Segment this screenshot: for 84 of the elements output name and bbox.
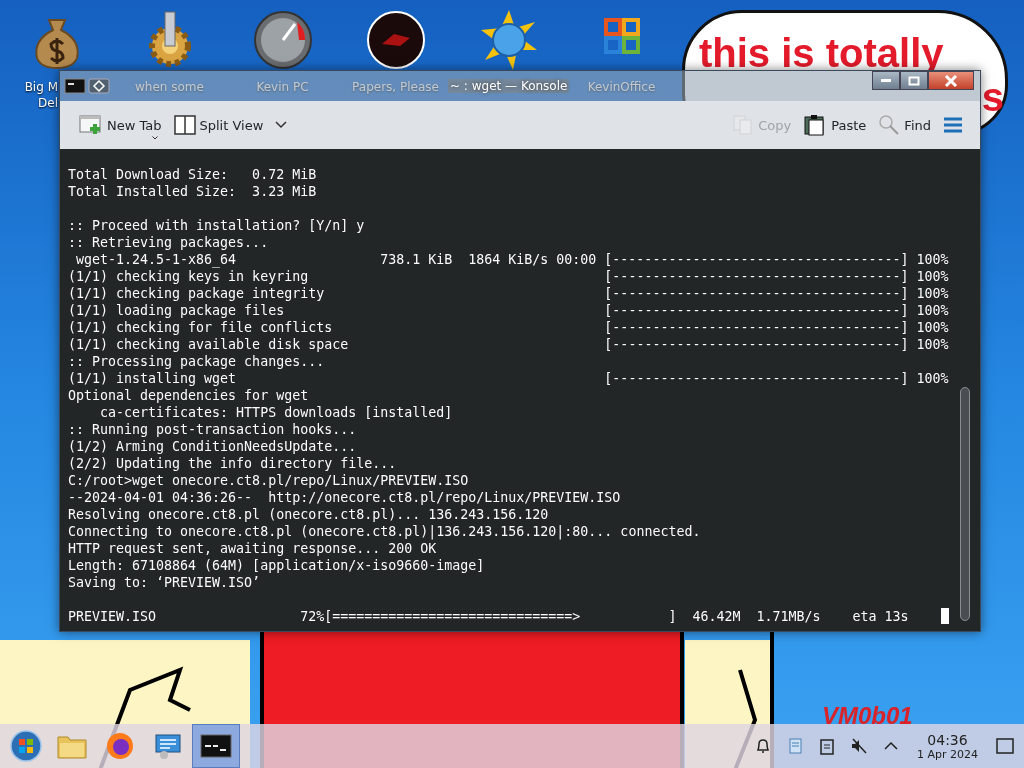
- scrollbar-thumb[interactable]: [960, 387, 970, 621]
- desktop-icon-label[interactable]: Big M: [24, 79, 58, 95]
- clock-time[interactable]: 04:36: [927, 731, 968, 748]
- progress-label: wget-1.24.5-1-x86_64: [75, 252, 237, 267]
- terminal-line: Length: 67108864 (64M) [application/x-iso9660-image]: [68, 557, 485, 574]
- terminal-line: :: Processing package changes...: [68, 353, 325, 370]
- terminal-line: :: Retrieving packages...: [68, 234, 269, 251]
- split-view-button[interactable]: Split View: [170, 111, 291, 139]
- split-view-icon: [173, 115, 196, 135]
- monitor-icon: [153, 732, 183, 760]
- terminal-app-icon[interactable]: [64, 78, 86, 94]
- terminal-line: Resolving onecore.ct8.pl (onecore.ct8.pl)... 136.243.156.120: [68, 506, 549, 523]
- close-icon: [944, 74, 958, 87]
- progress-percent: 100%: [916, 268, 949, 285]
- progress-bar-text: [------------------------------------]: [604, 336, 909, 353]
- close-button[interactable]: [928, 71, 974, 90]
- progress-label: (1/1) checking package integrity: [68, 286, 325, 301]
- transfer-stats: 738.1 KiB 1864 KiB/s 00:00: [380, 252, 597, 267]
- terminal-line: Total Installed Size: 3.23 MiB: [68, 183, 317, 200]
- terminal-line: :: Running post-transaction hooks...: [68, 421, 357, 438]
- progress-bar-text: [------------------------------------]: [604, 302, 909, 319]
- bell-icon[interactable]: [754, 737, 772, 755]
- terminal-line: HTTP request sent, awaiting response... 200 OK: [68, 540, 437, 557]
- paste-button[interactable]: Paste: [800, 110, 870, 140]
- progress-label: (1/1) loading package files: [68, 303, 285, 318]
- clipboard-icon[interactable]: [818, 737, 836, 755]
- maximize-icon: [908, 75, 920, 86]
- window-title: ~ : wget — Konsole: [448, 79, 570, 93]
- new-tab-icon: [79, 114, 103, 136]
- download-percent: 72%: [300, 608, 325, 625]
- terminal-line: :: Proceed with installation? [Y/n] y: [68, 217, 365, 234]
- progress-label: (1/1) installing wget: [68, 371, 237, 386]
- terminal-line: --2024-04-01 04:36:26-- http://onecore.ct8.pl/repo/Linux/PREVIEW.ISO: [68, 489, 621, 506]
- progress-percent: 100%: [916, 319, 949, 336]
- progress-bar-text: [------------------------------------]: [604, 268, 909, 285]
- progress-bar-text: [------------------------------------]: [604, 285, 909, 302]
- windows-orb-icon: [10, 730, 42, 762]
- bubble-text: this is totally: [699, 31, 945, 75]
- terminal-line: Optional dependencies for wget: [68, 387, 309, 404]
- clock-date[interactable]: 1 Apr 2024: [917, 747, 978, 761]
- progress-percent: 100%: [916, 370, 949, 387]
- gauge-icon[interactable]: [252, 10, 313, 70]
- progress-label: (1/1) checking available disk space: [68, 337, 349, 352]
- browser-icon: [106, 732, 134, 760]
- terminal-task-button[interactable]: [192, 724, 240, 768]
- speaker-muted-icon[interactable]: [850, 737, 868, 755]
- bubble-text: s: [981, 75, 1004, 119]
- terminal-line: C:/root>wget onecore.ct8.pl/repo/Linux/PREVIEW.ISO: [68, 472, 469, 489]
- minimize-button[interactable]: [872, 71, 900, 90]
- find-button[interactable]: Find: [875, 110, 934, 140]
- menu-icon: [943, 117, 963, 133]
- progress-label: (1/1) checking keys in keyring: [68, 269, 309, 284]
- text-cursor: [940, 608, 949, 624]
- desktop-icon-label[interactable]: Del: [38, 95, 58, 111]
- download-rate: 1.71MB/s: [756, 608, 821, 625]
- terminal-line: (2/2) Updating the info directory file...: [68, 455, 397, 472]
- progress-percent: 100%: [916, 336, 949, 353]
- terminal-line: (1/2) Arming ConditionNeedsUpdate...: [68, 438, 357, 455]
- maximize-button[interactable]: [900, 71, 928, 90]
- progress-label: (1/1) checking for file conflicts: [68, 320, 333, 335]
- file-name: PREVIEW.ISO: [68, 609, 157, 624]
- progress-bar-text: [------------------------------------]: [604, 319, 909, 336]
- progress-percent: 100%: [916, 251, 949, 268]
- progress-bar-text: [------------------------------------]: [604, 251, 909, 268]
- chevron-down-icon[interactable]: [275, 121, 288, 129]
- show-desktop-icon[interactable]: [996, 738, 1014, 754]
- terminal-line: ca-certificates: HTTPS downloads [installed]: [99, 404, 453, 421]
- progress-bar-text: [------------------------------------]: [604, 370, 909, 387]
- dark-disc-icon[interactable]: [365, 10, 426, 70]
- progress-percent: 100%: [916, 302, 949, 319]
- terminal-line: Saving to: ‘PREVIEW.ISO’: [68, 574, 261, 591]
- progress-bar-text: [==============================> ]: [324, 608, 677, 625]
- search-icon: [878, 114, 901, 136]
- folder-icon: [57, 733, 87, 759]
- terminal-icon: [200, 734, 232, 758]
- progress-percent: 100%: [916, 285, 949, 302]
- download-eta: eta 13s: [852, 608, 909, 625]
- wallpaper-text: VM0b01: [822, 702, 913, 730]
- terminal-line: Connecting to onecore.ct8.pl (onecore.ct8.pl)|136.243.156.120|:80... connected.: [68, 523, 701, 540]
- download-size: 46.42M: [692, 608, 741, 625]
- minimize-icon: [881, 79, 891, 82]
- chevron-down-icon[interactable]: [152, 136, 158, 140]
- new-tab-button[interactable]: New Tab: [76, 110, 165, 140]
- terminal-line: Total Download Size: 0.72 MiB: [68, 166, 317, 183]
